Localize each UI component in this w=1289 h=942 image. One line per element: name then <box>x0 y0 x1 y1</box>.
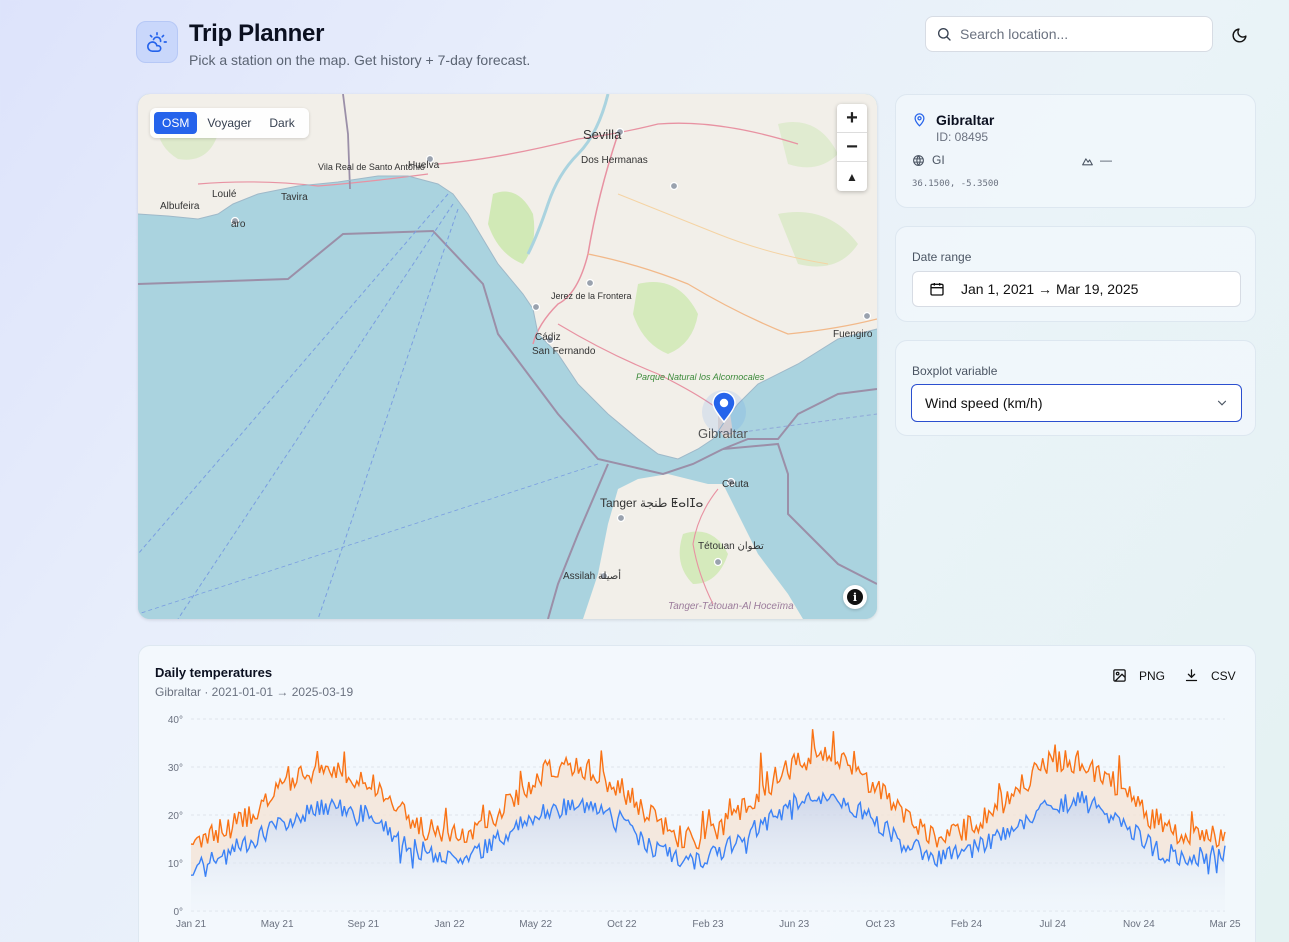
x-tick-label: Jan 21 <box>176 919 206 930</box>
map-label-loule: Loulé <box>212 189 237 200</box>
x-tick-label: Oct 23 <box>866 919 896 930</box>
station-map[interactable]: Sevilla Dos Hermanas Huelva Vila Real de… <box>138 94 877 619</box>
map-label-tanger: Tanger طنجة ⵟⴰⵏⵊⴰ <box>600 496 704 510</box>
boxplot-label: Boxplot variable <box>912 364 998 378</box>
date-range-label: Date range <box>912 250 972 264</box>
map-label-tetouan: Tétouan تطوان <box>698 541 764 552</box>
temperature-chart[interactable]: 0° 10° 20° 30° 40° Jan 21 May 21 Sep 21 Jan 22 Ma… <box>139 646 1257 942</box>
map-label-cadiz: Cádiz <box>535 332 561 343</box>
map-pin-icon <box>914 113 925 127</box>
boxplot-variable-value: Wind speed (km/h) <box>925 395 1043 411</box>
temperature-chart-card: Daily temperatures Gibraltar · 2021-01-0… <box>138 645 1256 942</box>
date-range-value: Jan 1, 2021 → Mar 19, 2025 <box>961 281 1139 297</box>
theme-toggle-button[interactable] <box>1226 22 1252 48</box>
map-layer-switcher: OSM Voyager Dark <box>150 108 309 138</box>
search-input[interactable] <box>960 26 1200 42</box>
layer-dark-button[interactable]: Dark <box>261 112 302 134</box>
y-tick-label: 40° <box>168 715 183 726</box>
y-tick-label: 20° <box>168 811 183 822</box>
x-tick-label: Feb 23 <box>692 919 724 930</box>
info-icon: i <box>847 589 863 605</box>
map-label-vila-real: Vila Real de Santo António <box>318 162 425 172</box>
x-tick-label: Jul 24 <box>1039 919 1066 930</box>
app-header: Trip Planner Pick a station on the map. … <box>136 16 1256 70</box>
search-icon <box>938 28 951 41</box>
chevron-down-icon <box>1217 400 1227 406</box>
search-box[interactable] <box>925 16 1213 52</box>
x-tick-label: Sep 21 <box>347 919 379 930</box>
station-elevation-value: — <box>1100 153 1112 167</box>
x-tick-label: Mar 25 <box>1209 919 1241 930</box>
map-label-parque: Parque Natural los Alcornocales <box>636 372 765 382</box>
boxplot-variable-select[interactable]: Wind speed (km/h) <box>911 384 1242 422</box>
sun-cloud-icon <box>136 21 178 63</box>
station-elevation: — <box>1081 153 1112 167</box>
layer-osm-button[interactable]: OSM <box>154 112 198 134</box>
layer-voyager-button[interactable]: Voyager <box>199 112 259 134</box>
map-label-faro: aro <box>231 219 246 230</box>
map-label-fuengirola: Fuengiro <box>833 329 873 340</box>
map-label-dos-hermanas: Dos Hermanas <box>581 155 648 166</box>
map-zoom-controls: + − ▲ <box>837 104 867 191</box>
x-tick-label: May 22 <box>519 919 552 930</box>
station-name: Gibraltar <box>936 112 995 128</box>
station-country-code: GI <box>932 153 945 167</box>
x-tick-label: May 21 <box>261 919 294 930</box>
map-label-san-fernando: San Fernando <box>532 346 596 357</box>
station-card: Gibraltar ID: 08495 GI — 36.1500, -5.350… <box>895 94 1256 208</box>
map-label-sevilla: Sevilla <box>583 127 622 142</box>
compass-button[interactable]: ▲ <box>837 162 867 191</box>
map-label-albufeira: Albufeira <box>160 201 200 212</box>
map-attribution-button[interactable]: i <box>843 585 867 609</box>
x-tick-label: Feb 24 <box>951 919 983 930</box>
x-tick-label: Jun 23 <box>779 919 809 930</box>
station-country: GI <box>912 153 945 167</box>
map-label-ceuta: Ceuta <box>722 479 749 490</box>
zoom-out-button[interactable]: − <box>837 133 867 162</box>
app-title: Trip Planner <box>189 20 325 47</box>
station-id: ID: 08495 <box>936 130 989 144</box>
globe-icon <box>913 154 924 166</box>
map-label-region: Tanger-Tétouan-Al Hoceïma <box>668 601 794 612</box>
map-label-jerez: Jerez de la Frontera <box>551 291 632 301</box>
moon-icon <box>1232 27 1247 42</box>
y-tick-label: 0° <box>173 907 183 918</box>
x-tick-label: Nov 24 <box>1123 919 1155 930</box>
mountain-icon <box>1082 157 1093 165</box>
y-tick-label: 10° <box>168 859 183 870</box>
date-range-card: Date range Jan 1, 2021 → Mar 19, 2025 <box>895 226 1256 322</box>
boxplot-card: Boxplot variable Wind speed (km/h) <box>895 340 1256 436</box>
date-range-picker[interactable]: Jan 1, 2021 → Mar 19, 2025 <box>912 271 1241 307</box>
map-label-assilah: Assilah أصيلة <box>563 569 621 582</box>
x-tick-label: Oct 22 <box>607 919 637 930</box>
map-tiles[interactable]: Sevilla Dos Hermanas Huelva Vila Real de… <box>138 94 877 619</box>
y-tick-label: 30° <box>168 763 183 774</box>
x-tick-label: Jan 22 <box>434 919 464 930</box>
calendar-icon <box>930 283 944 296</box>
station-coords: 36.1500, -5.3500 <box>912 179 999 189</box>
app-subtitle: Pick a station on the map. Get history +… <box>189 52 531 68</box>
map-label-tavira: Tavira <box>281 192 308 203</box>
zoom-in-button[interactable]: + <box>837 104 867 133</box>
